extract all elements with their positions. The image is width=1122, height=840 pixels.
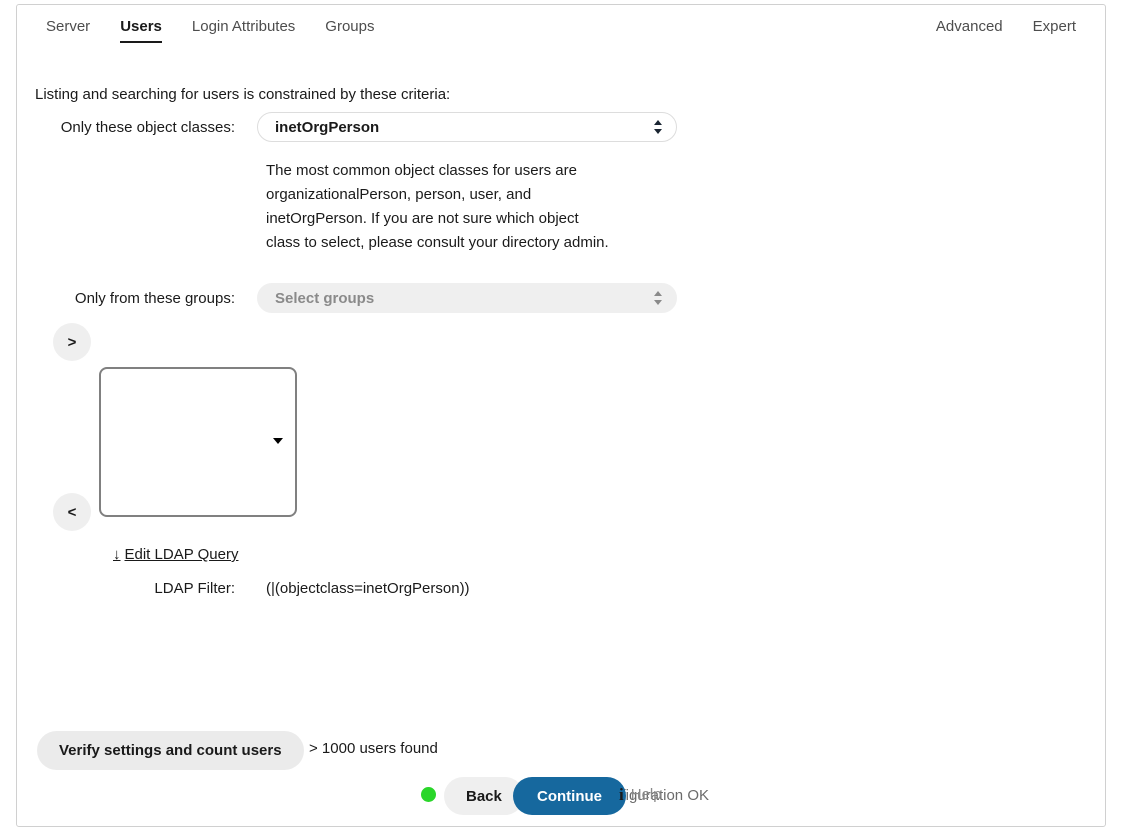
arrow-down-icon: ↓ <box>113 546 121 563</box>
continue-button[interactable]: Continue <box>513 777 626 815</box>
ldap-filter-label: LDAP Filter: <box>17 580 235 597</box>
chevron-updown-icon <box>653 291 662 305</box>
back-button[interactable]: Back <box>444 777 524 815</box>
help-link[interactable]: i Help <box>619 785 662 805</box>
ldap-wizard-panel: Server Users Login Attributes Groups Adv… <box>16 4 1106 827</box>
groups-value: Select groups <box>275 290 374 307</box>
edit-ldap-query-label: Edit LDAP Query <box>125 546 239 563</box>
move-left-button[interactable]: < <box>53 493 91 531</box>
object-classes-value: inetOrgPerson <box>275 119 379 136</box>
group-list-box[interactable] <box>99 367 297 517</box>
help-label: Help <box>631 785 662 805</box>
groups-select[interactable]: Select groups <box>257 283 677 313</box>
tab-groups[interactable]: Groups <box>310 5 389 47</box>
status-indicator-dot <box>421 787 436 802</box>
tab-group-secondary: Advanced Expert <box>921 5 1091 47</box>
chevron-updown-icon <box>653 120 662 134</box>
groups-label: Only from these groups: <box>17 289 235 309</box>
caret-down-icon <box>273 438 283 444</box>
user-count-text: > 1000 users found <box>309 740 438 757</box>
intro-text: Listing and searching for users is const… <box>35 85 450 105</box>
tab-login-attributes[interactable]: Login Attributes <box>177 5 310 47</box>
info-icon: i <box>619 785 624 805</box>
object-classes-hint: The most common object classes for users… <box>266 159 616 255</box>
tab-users[interactable]: Users <box>105 5 177 47</box>
object-classes-select[interactable]: inetOrgPerson <box>257 112 677 142</box>
tab-expert[interactable]: Expert <box>1018 5 1091 47</box>
tab-bar: Server Users Login Attributes Groups Adv… <box>17 5 1105 52</box>
tab-group-primary: Server Users Login Attributes Groups <box>31 5 390 47</box>
ldap-filter-value: (|(objectclass=inetOrgPerson)) <box>266 580 470 597</box>
object-classes-label: Only these object classes: <box>17 118 235 138</box>
edit-ldap-query-link[interactable]: ↓Edit LDAP Query <box>113 546 238 563</box>
move-right-button[interactable]: > <box>53 323 91 361</box>
tab-advanced[interactable]: Advanced <box>921 5 1018 47</box>
tab-server[interactable]: Server <box>31 5 105 47</box>
verify-settings-button[interactable]: Verify settings and count users <box>37 731 304 770</box>
